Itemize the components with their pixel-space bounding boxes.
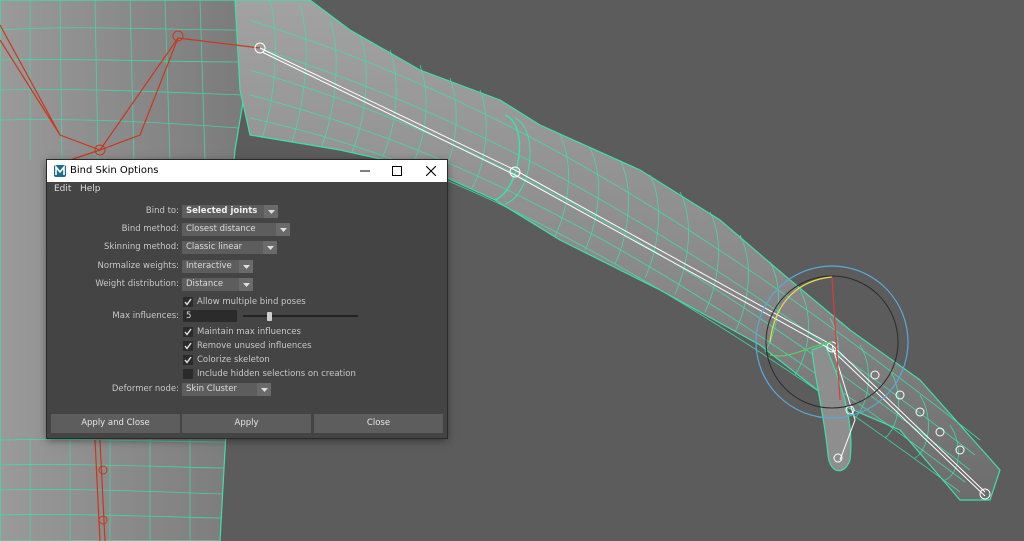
apply-button[interactable]: Apply <box>182 414 311 433</box>
checkbox-box <box>183 355 193 365</box>
skinning-method-dropdown[interactable]: Classic linear <box>182 241 277 254</box>
max-influences-label: Max influences: <box>112 311 179 321</box>
chevron-down-icon <box>263 241 277 254</box>
max-influences-slider-track[interactable] <box>243 311 358 321</box>
chevron-down-icon <box>276 223 290 236</box>
maya-logo-icon <box>54 165 66 177</box>
check-icon <box>184 342 192 350</box>
apply-and-close-button[interactable]: Apply and Close <box>51 414 180 433</box>
checkbox-box <box>183 369 193 379</box>
bind-to-label: Bind to: <box>145 206 179 216</box>
close-button[interactable]: Close <box>314 414 443 433</box>
skinning-method-value: Classic linear <box>186 242 243 252</box>
check-icon <box>184 298 192 306</box>
normalize-weights-label: Normalize weights: <box>97 261 179 271</box>
normalize-weights-dropdown[interactable]: Interactive <box>182 260 253 273</box>
minimize-button[interactable] <box>349 160 381 182</box>
minimize-icon <box>360 170 370 172</box>
button-bar: Apply and Close Apply Close <box>47 410 447 438</box>
bind-skin-options-dialog: Bind Skin Options Edit Help Bind to: Sel… <box>47 160 447 438</box>
maintain-max-influences-label: Maintain max influences <box>197 327 301 337</box>
remove-unused-influences-label: Remove unused influences <box>197 341 312 351</box>
chevron-down-icon <box>239 278 253 291</box>
options-panel: Bind to: Selected joints Bind method: Cl… <box>49 198 445 410</box>
normalize-weights-value: Interactive <box>186 261 232 271</box>
chevron-down-icon <box>257 383 271 396</box>
chevron-down-icon <box>264 205 278 218</box>
bind-to-dropdown[interactable]: Selected joints <box>182 205 278 218</box>
checkbox-box <box>183 341 193 351</box>
dialog-title: Bind Skin Options <box>70 165 159 176</box>
checkbox-box <box>183 327 193 337</box>
max-influences-input[interactable]: 5 <box>183 310 237 322</box>
weight-distribution-value: Distance <box>186 279 224 289</box>
max-influences-value: 5 <box>186 311 192 321</box>
include-hidden-selections-label: Include hidden selections on creation <box>197 369 356 379</box>
title-bar[interactable]: Bind Skin Options <box>47 160 447 182</box>
bind-to-value: Selected joints <box>186 206 258 216</box>
deformer-node-label: Deformer node: <box>111 384 179 394</box>
chevron-down-icon <box>239 260 253 273</box>
menu-help[interactable]: Help <box>80 183 101 196</box>
weight-distribution-dropdown[interactable]: Distance <box>182 278 253 291</box>
check-icon <box>184 328 192 336</box>
deformer-node-value: Skin Cluster <box>186 384 237 394</box>
allow-multiple-bind-poses-label: Allow multiple bind poses <box>197 297 306 307</box>
check-icon <box>184 356 192 364</box>
max-influences-slider-handle[interactable] <box>267 311 272 321</box>
close-window-button[interactable] <box>415 160 447 182</box>
weight-distribution-label: Weight distribution: <box>95 279 179 289</box>
menu-edit[interactable]: Edit <box>54 183 71 196</box>
menu-bar: Edit Help <box>47 182 447 197</box>
maximize-button[interactable] <box>381 160 413 182</box>
bind-method-value: Closest distance <box>186 224 256 234</box>
deformer-node-dropdown[interactable]: Skin Cluster <box>182 383 271 396</box>
colorize-skeleton-label: Colorize skeleton <box>197 355 270 365</box>
skinning-method-label: Skinning method: <box>104 242 179 252</box>
checkbox-box <box>183 297 193 307</box>
maximize-icon <box>392 166 402 176</box>
bind-method-dropdown[interactable]: Closest distance <box>182 223 290 236</box>
bind-method-label: Bind method: <box>121 224 179 234</box>
close-icon <box>426 166 436 176</box>
